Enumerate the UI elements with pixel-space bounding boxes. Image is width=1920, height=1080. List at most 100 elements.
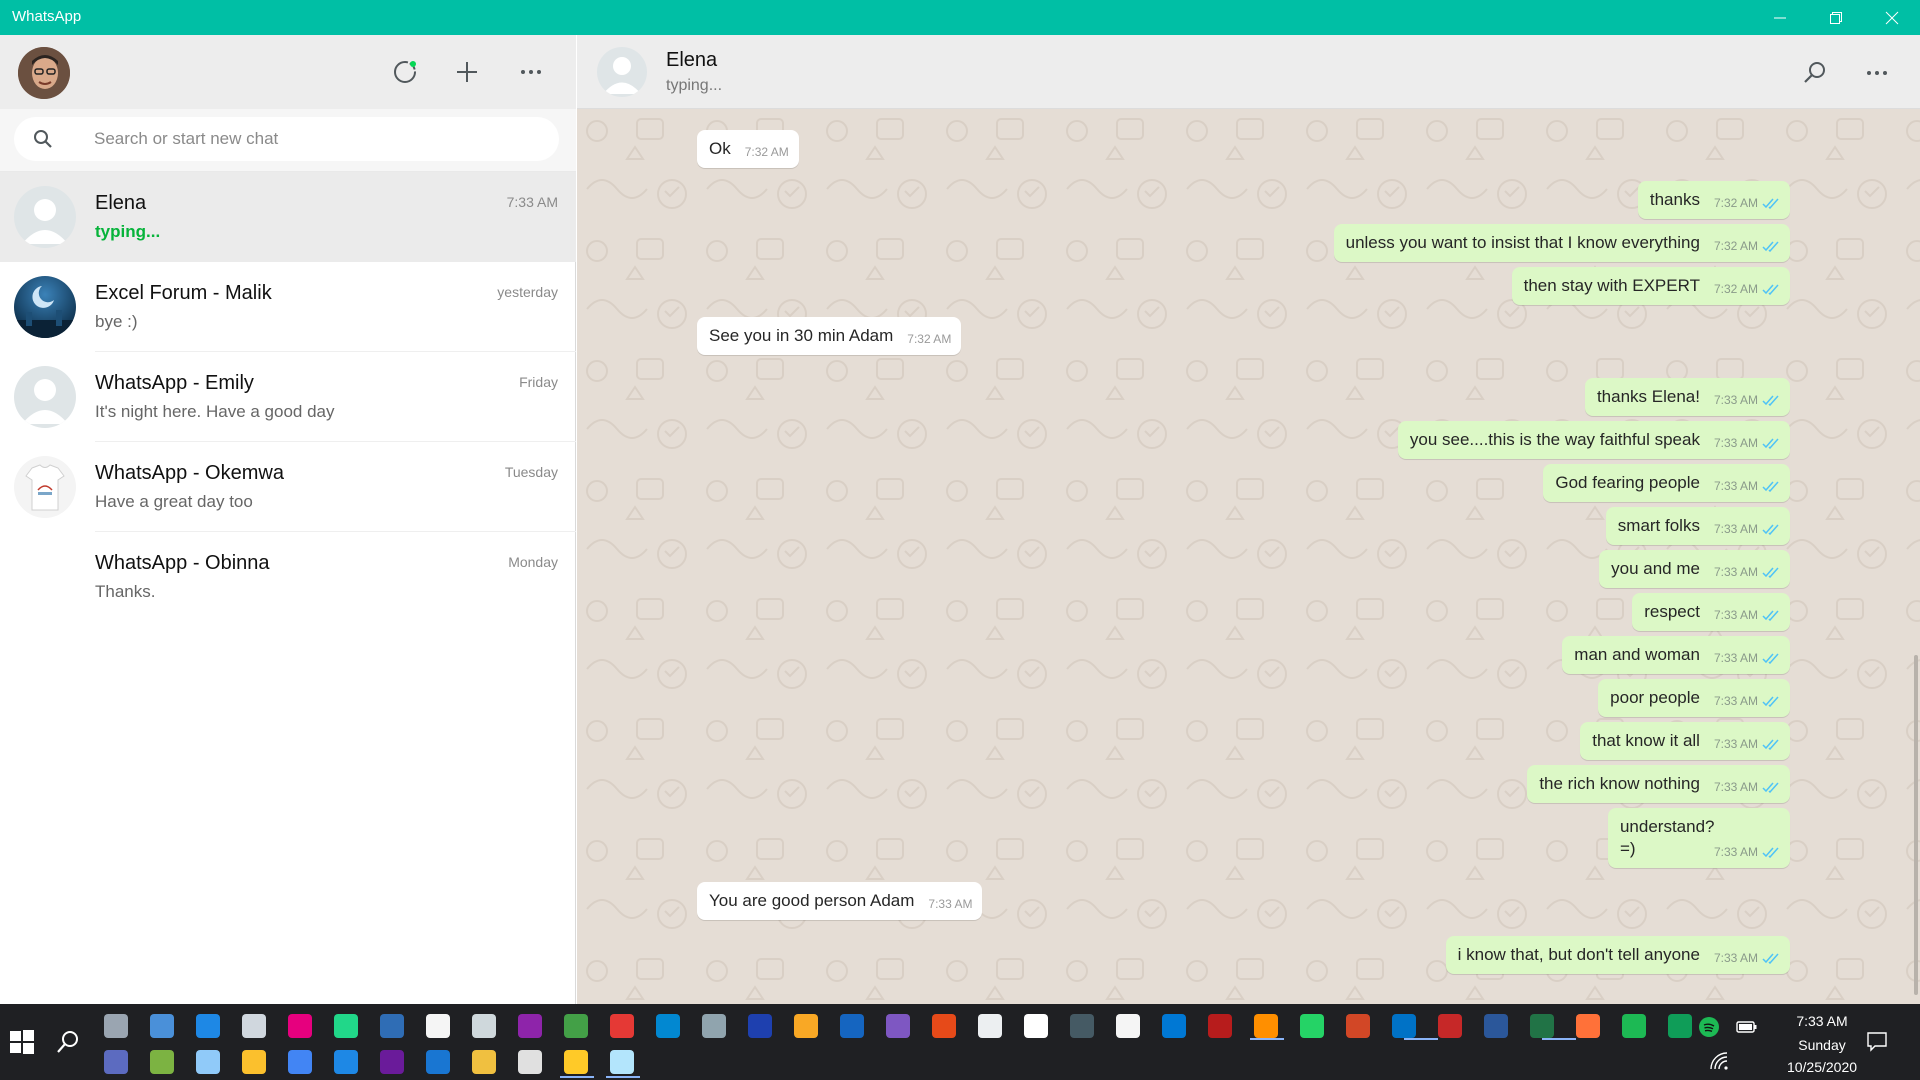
clock-day[interactable]: Sunday: [1762, 1037, 1882, 1053]
notification-center-icon[interactable]: [1866, 1030, 1888, 1052]
word-icon[interactable]: [1438, 1014, 1462, 1038]
my-avatar[interactable]: [18, 47, 70, 99]
firefox-icon[interactable]: [1530, 1014, 1554, 1038]
notepad-icon[interactable]: [426, 1014, 450, 1038]
app-icon[interactable]: [610, 1050, 634, 1074]
powerpoint-icon[interactable]: [1300, 1014, 1324, 1038]
incoming-message[interactable]: See you in 30 min Adam 7:32 AM: [697, 317, 962, 355]
spotify-icon[interactable]: [1576, 1014, 1600, 1038]
app-icon[interactable]: [748, 1014, 772, 1038]
clock-app-icon[interactable]: [518, 1050, 542, 1074]
status-button[interactable]: [389, 56, 421, 88]
app-icon[interactable]: [150, 1050, 174, 1074]
file-app-icon[interactable]: [564, 1014, 588, 1038]
clock-date[interactable]: 10/25/2020: [1762, 1059, 1882, 1075]
outgoing-message[interactable]: the rich know nothing 7:33 AM: [1527, 765, 1790, 803]
outgoing-message[interactable]: God fearing people 7:33 AM: [1543, 464, 1790, 502]
teams-icon[interactable]: [104, 1050, 128, 1074]
app-icon[interactable]: [1024, 1014, 1048, 1038]
clock-time[interactable]: 7:33 AM: [1762, 1013, 1882, 1029]
message-text: you see....this is the way faithful spea…: [1409, 430, 1700, 449]
phpstorm-icon[interactable]: [288, 1014, 312, 1038]
outgoing-message[interactable]: thanks Elena! 7:33 AM: [1584, 378, 1790, 416]
chat-item-whatsapp-obinna[interactable]: WhatsApp - Obinna Monday Thanks.: [0, 532, 576, 622]
acrobat-icon[interactable]: [610, 1014, 634, 1038]
python-icon[interactable]: [380, 1014, 404, 1038]
visual-studio-icon[interactable]: [886, 1014, 910, 1038]
new-chat-button[interactable]: [451, 56, 483, 88]
settings-app-icon[interactable]: [472, 1014, 496, 1038]
windows-start-icon[interactable]: [8, 1028, 36, 1056]
chat-item-whatsapp-okemwa[interactable]: WhatsApp - Okemwa Tuesday Have a great d…: [0, 442, 576, 532]
file-explorer-icon[interactable]: [564, 1050, 588, 1074]
message-time: 7:32 AM: [1713, 239, 1758, 253]
sidebar-menu-button[interactable]: [515, 56, 547, 88]
document-app-icon[interactable]: [978, 1014, 1002, 1038]
search-box[interactable]: [14, 117, 559, 161]
outgoing-message[interactable]: thanks 7:32 AM: [1637, 181, 1790, 219]
chat-item-whatsapp-emily[interactable]: WhatsApp - Emily Friday It's night here.…: [0, 352, 576, 442]
document-app-icon[interactable]: [1070, 1014, 1094, 1038]
spotify-tray-icon[interactable]: [1698, 1016, 1720, 1038]
outgoing-message[interactable]: then stay with EXPERT 7:32 AM: [1511, 267, 1790, 305]
chrome-icon[interactable]: [288, 1050, 312, 1074]
outgoing-message[interactable]: poor people 7:33 AM: [1598, 679, 1790, 717]
pycharm-icon[interactable]: [334, 1014, 358, 1038]
minimize-button[interactable]: [1752, 0, 1808, 35]
message-time: 7:33 AM: [1713, 694, 1758, 708]
scrollbar[interactable]: [1914, 655, 1918, 995]
battery-icon[interactable]: [1736, 1016, 1758, 1038]
outgoing-message[interactable]: understand? =) 7:33 AM: [1607, 808, 1790, 868]
outgoing-message[interactable]: man and woman 7:33 AM: [1562, 636, 1790, 674]
outgoing-message[interactable]: smart folks 7:33 AM: [1605, 507, 1790, 545]
edge-icon[interactable]: [1622, 1014, 1646, 1038]
outgoing-message[interactable]: that know it all 7:33 AM: [1580, 722, 1790, 760]
default-avatar-icon: [14, 186, 76, 248]
message-time: 7:33 AM: [1713, 479, 1758, 493]
search-input[interactable]: [94, 117, 534, 161]
outlook-icon[interactable]: [1346, 1014, 1370, 1038]
conversation-menu-button[interactable]: [1861, 57, 1893, 89]
git-app-icon[interactable]: [932, 1014, 956, 1038]
calculator-icon[interactable]: [242, 1014, 266, 1038]
outgoing-message[interactable]: i know that, but don't tell anyone 7:33 A…: [1445, 936, 1790, 974]
app-icon[interactable]: [380, 1050, 404, 1074]
news-app-icon[interactable]: [150, 1014, 174, 1038]
vlc-icon[interactable]: [1208, 1014, 1232, 1038]
outgoing-message[interactable]: you and me 7:33 AM: [1599, 550, 1790, 588]
excel-icon[interactable]: [1484, 1014, 1508, 1038]
vscode-icon[interactable]: [1116, 1014, 1140, 1038]
skype-icon[interactable]: [656, 1014, 680, 1038]
network-app-icon[interactable]: [196, 1050, 220, 1074]
app-icon[interactable]: [334, 1050, 358, 1074]
conversation-header[interactable]: Elena typing...: [577, 35, 1920, 109]
outgoing-message[interactable]: unless you want to insist that I know ev…: [1333, 224, 1790, 262]
taskbar-search-icon[interactable]: [54, 1028, 82, 1056]
contact-avatar[interactable]: [597, 47, 647, 97]
app-icon[interactable]: [426, 1050, 450, 1074]
chat-item-elena[interactable]: Elena 7:33 AM typing...: [0, 172, 576, 262]
outgoing-message[interactable]: you see....this is the way faithful spea…: [1397, 421, 1790, 459]
search-bar: [0, 109, 576, 172]
incoming-message[interactable]: You are good person Adam 7:33 AM: [697, 882, 983, 920]
filezilla-icon[interactable]: [1162, 1014, 1186, 1038]
chat-item-excel-forum-malik[interactable]: Excel Forum - Malik yesterday bye :): [0, 262, 576, 352]
git-icon[interactable]: [242, 1050, 266, 1074]
app-icon[interactable]: [794, 1014, 818, 1038]
outgoing-message[interactable]: respect 7:33 AM: [1632, 593, 1790, 631]
wifi-icon[interactable]: [1708, 1050, 1730, 1072]
app-icon[interactable]: [1668, 1014, 1692, 1038]
incoming-message[interactable]: Ok 7:32 AM: [697, 130, 799, 168]
whatsapp-app-icon[interactable]: [1254, 1014, 1278, 1038]
tor-browser-icon[interactable]: [518, 1014, 542, 1038]
search-messages-button[interactable]: [1799, 57, 1831, 89]
camera-app-icon[interactable]: [702, 1014, 726, 1038]
app-icon[interactable]: [472, 1050, 496, 1074]
chat-time: Tuesday: [504, 464, 558, 480]
teamviewer-icon[interactable]: [196, 1014, 220, 1038]
network-app-icon[interactable]: [840, 1014, 864, 1038]
mail-app-icon[interactable]: [104, 1014, 128, 1038]
restore-button[interactable]: [1808, 0, 1864, 35]
access-icon[interactable]: [1392, 1014, 1416, 1038]
close-button[interactable]: [1864, 0, 1920, 35]
